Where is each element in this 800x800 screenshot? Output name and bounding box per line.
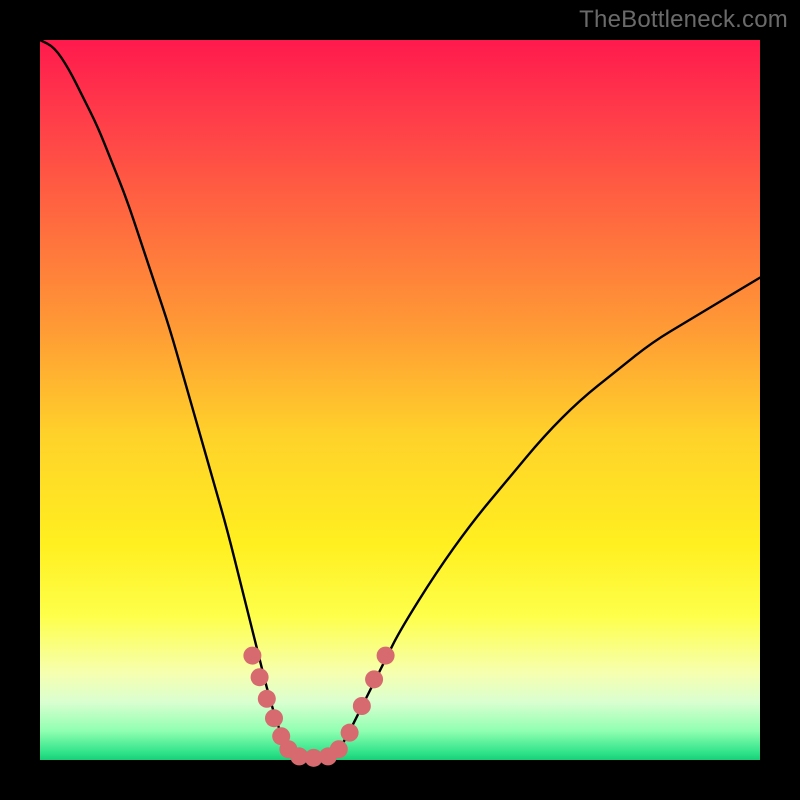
trough-marker-dot bbox=[365, 670, 383, 688]
trough-markers bbox=[243, 647, 394, 767]
trough-marker-dot bbox=[341, 724, 359, 742]
trough-marker-dot bbox=[251, 668, 269, 686]
trough-marker-dot bbox=[353, 697, 371, 715]
trough-marker-dot bbox=[243, 647, 261, 665]
curve-layer bbox=[40, 40, 760, 760]
attribution-label: TheBottleneck.com bbox=[579, 6, 788, 34]
trough-marker-dot bbox=[377, 647, 395, 665]
bottleneck-curve bbox=[40, 40, 760, 760]
trough-marker-dot bbox=[265, 709, 283, 727]
chart-frame: TheBottleneck.com bbox=[0, 0, 800, 800]
plot-area bbox=[40, 40, 760, 760]
trough-marker-dot bbox=[330, 740, 348, 758]
trough-marker-dot bbox=[258, 690, 276, 708]
